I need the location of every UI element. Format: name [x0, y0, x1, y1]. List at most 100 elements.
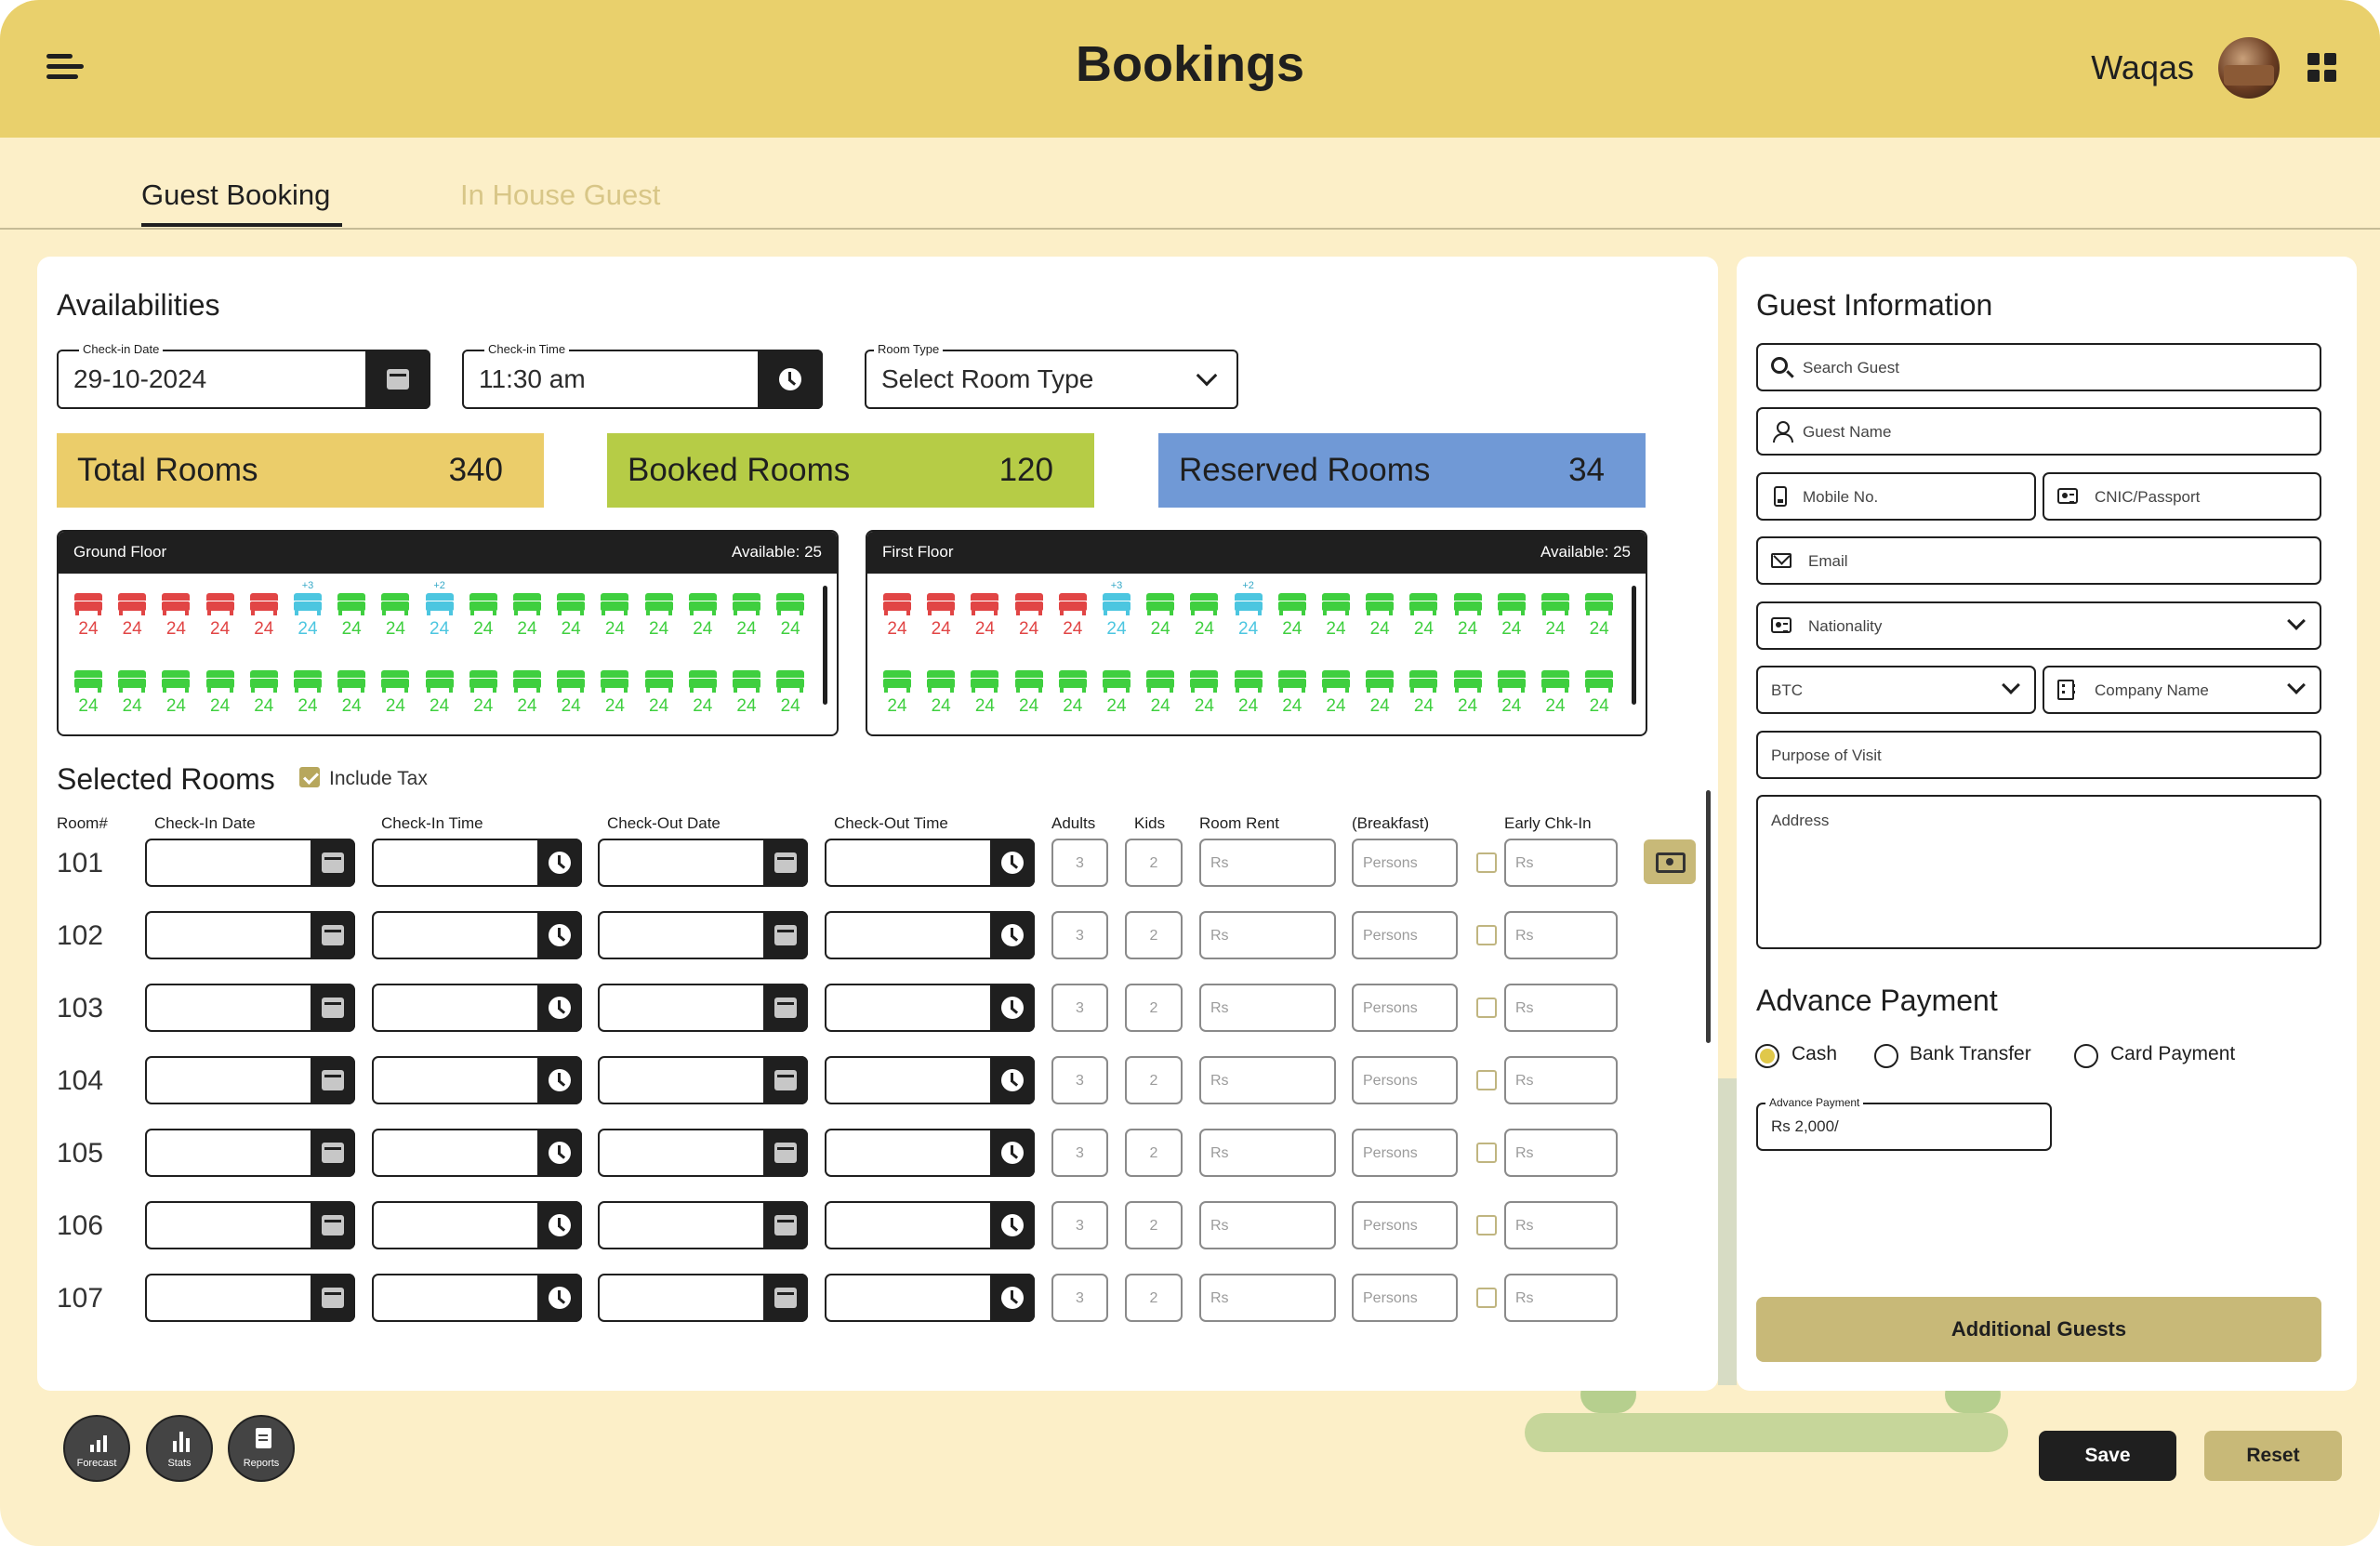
room-available[interactable]: 24	[728, 580, 765, 640]
email-input[interactable]: Email	[1756, 536, 2321, 585]
checkout-date-input[interactable]	[598, 984, 808, 1032]
room-booked[interactable]: 24	[1011, 580, 1048, 640]
room-available[interactable]: 24	[333, 580, 370, 640]
room-rent-input[interactable]: Rs	[1199, 911, 1336, 959]
checkout-date-input[interactable]	[598, 1129, 808, 1177]
picker-button[interactable]	[537, 1201, 582, 1249]
room-available[interactable]: 24	[1274, 657, 1311, 717]
room-reserved[interactable]: +2 24	[1230, 580, 1267, 640]
kids-input[interactable]: 2	[1125, 911, 1183, 959]
save-button[interactable]: Save	[2039, 1431, 2176, 1481]
picker-button[interactable]	[990, 1201, 1035, 1249]
checkout-date-input[interactable]	[598, 911, 808, 959]
checkin-time-input[interactable]	[372, 911, 582, 959]
room-available[interactable]: 24	[333, 657, 370, 717]
room-available[interactable]: 24	[684, 657, 721, 717]
room-available[interactable]: 24	[552, 580, 589, 640]
early-checkin-input[interactable]: Rs	[1504, 1056, 1618, 1104]
room-available[interactable]: 24	[377, 657, 414, 717]
purpose-of-visit-input[interactable]: Purpose of Visit	[1756, 731, 2321, 779]
picker-button[interactable]	[311, 1274, 355, 1322]
room-available[interactable]: 24	[1098, 657, 1135, 717]
early-checkin-checkbox[interactable]	[1476, 1070, 1497, 1090]
radio-cash[interactable]	[1755, 1044, 1779, 1068]
room-available[interactable]: 24	[1185, 580, 1223, 640]
checkin-date-input[interactable]	[145, 1274, 355, 1322]
breakfast-input[interactable]: Persons	[1352, 1274, 1458, 1322]
picker-button[interactable]	[990, 839, 1035, 887]
kids-input[interactable]: 2	[1125, 984, 1183, 1032]
room-available[interactable]: 24	[1493, 580, 1530, 640]
adults-input[interactable]: 3	[1051, 1056, 1108, 1104]
early-checkin-checkbox[interactable]	[1476, 852, 1497, 873]
picker-button[interactable]	[311, 1056, 355, 1104]
checkin-time-input[interactable]	[372, 1274, 582, 1322]
tab-in-house-guest[interactable]: In House Guest	[460, 178, 660, 212]
room-available[interactable]: 24	[596, 580, 633, 640]
room-available[interactable]: 24	[245, 657, 283, 717]
room-available[interactable]: 24	[1361, 580, 1398, 640]
early-checkin-checkbox[interactable]	[1476, 998, 1497, 1018]
guest-name-input[interactable]: Guest Name	[1756, 407, 2321, 456]
kids-input[interactable]: 2	[1125, 839, 1183, 887]
tab-guest-booking[interactable]: Guest Booking	[141, 178, 330, 212]
additional-guests-button[interactable]: Additional Guests	[1756, 1297, 2321, 1362]
adults-input[interactable]: 3	[1051, 984, 1108, 1032]
adults-input[interactable]: 3	[1051, 1274, 1108, 1322]
room-available[interactable]: 24	[113, 657, 151, 717]
early-checkin-checkbox[interactable]	[1476, 1288, 1497, 1308]
picker-button[interactable]	[763, 984, 808, 1032]
room-available[interactable]: 24	[1054, 657, 1091, 717]
early-checkin-input[interactable]: Rs	[1504, 1274, 1618, 1322]
room-booked[interactable]: 24	[1054, 580, 1091, 640]
room-booked[interactable]: 24	[157, 580, 194, 640]
room-available[interactable]: 24	[1011, 657, 1048, 717]
checkin-date-input[interactable]	[145, 984, 355, 1032]
picker-button[interactable]	[537, 1129, 582, 1177]
checkout-time-input[interactable]	[825, 1274, 1035, 1322]
checkin-time-field[interactable]: Check-in Time 11:30 am	[462, 342, 823, 409]
breakfast-input[interactable]: Persons	[1352, 1056, 1458, 1104]
checkout-date-input[interactable]	[598, 1274, 808, 1322]
room-reserved[interactable]: +3 24	[289, 580, 326, 640]
room-available[interactable]: 24	[772, 580, 809, 640]
room-available[interactable]: 24	[1230, 657, 1267, 717]
radio-bank-transfer[interactable]	[1874, 1044, 1898, 1068]
room-available[interactable]: 24	[70, 657, 107, 717]
room-available[interactable]: 24	[377, 580, 414, 640]
address-textarea[interactable]: Address	[1756, 795, 2321, 949]
adults-input[interactable]: 3	[1051, 839, 1108, 887]
room-available[interactable]: 24	[1580, 580, 1618, 640]
checkout-time-input[interactable]	[825, 839, 1035, 887]
checkin-date-field[interactable]: Check-in Date 29-10-2024	[57, 342, 430, 409]
picker-button[interactable]	[990, 984, 1035, 1032]
checkin-date-input[interactable]	[145, 1056, 355, 1104]
picker-button[interactable]	[763, 1056, 808, 1104]
table-scrollbar[interactable]	[1706, 790, 1711, 1043]
room-rent-input[interactable]: Rs	[1199, 1129, 1336, 1177]
advance-payment-input[interactable]: Advance Payment Rs 2,000/	[1756, 1096, 2052, 1151]
picker-button[interactable]	[311, 984, 355, 1032]
room-available[interactable]: 24	[1185, 657, 1223, 717]
checkin-time-input[interactable]	[372, 1056, 582, 1104]
room-available[interactable]: 24	[1142, 657, 1179, 717]
adults-input[interactable]: 3	[1051, 911, 1108, 959]
picker-button[interactable]	[537, 839, 582, 887]
room-available[interactable]: 24	[509, 580, 546, 640]
floor-scrollbar[interactable]	[1632, 586, 1636, 705]
room-available[interactable]: 24	[641, 580, 678, 640]
room-available[interactable]: 24	[1449, 657, 1487, 717]
checkin-date-input[interactable]	[145, 839, 355, 887]
room-available[interactable]: 24	[157, 657, 194, 717]
room-available[interactable]: 24	[922, 657, 959, 717]
nationality-select[interactable]: Nationality	[1756, 601, 2321, 650]
checkin-date-input[interactable]	[145, 911, 355, 959]
picker-button[interactable]	[311, 1129, 355, 1177]
adults-input[interactable]: 3	[1051, 1201, 1108, 1249]
checkin-time-input[interactable]	[372, 839, 582, 887]
room-available[interactable]: 24	[202, 657, 239, 717]
room-available[interactable]: 24	[1405, 580, 1442, 640]
room-available[interactable]: 24	[596, 657, 633, 717]
checkout-date-input[interactable]	[598, 839, 808, 887]
room-available[interactable]: 24	[1493, 657, 1530, 717]
